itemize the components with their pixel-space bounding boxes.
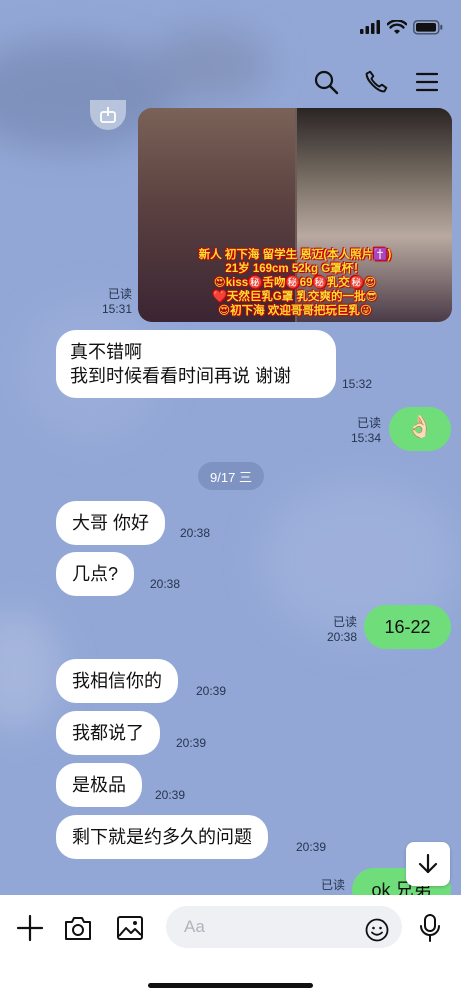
message-time: 20:39 [176,736,207,750]
add-button[interactable] [14,912,46,944]
camera-button[interactable] [62,912,94,944]
input-bar: Aa [0,895,461,1000]
menu-button[interactable] [411,66,443,98]
scroll-to-bottom-button[interactable] [406,842,450,886]
image-icon [117,916,143,940]
arrow-down-icon [418,853,438,874]
signal-icon [360,20,380,34]
message-list[interactable]: 新人 初下海 留学生 恩迈(本人照片✝️) 21岁 169cm 52kg G罩杯… [0,100,461,895]
message-bubble-incoming[interactable]: 是极品 [56,763,142,807]
menu-icon [415,72,439,92]
read-receipt: 已读 20:38 [326,615,357,644]
message-time: 20:38 [150,577,181,591]
message-bubble-incoming[interactable]: 真不错啊 我到时候看看时间再说 谢谢 [56,330,336,398]
emoji-icon [365,918,389,942]
message-time: 20:39 [196,684,227,698]
read-receipt: 已读 [320,878,345,892]
message-time: 15:32 [342,377,373,391]
status-bar [0,0,461,54]
date-divider: 9/17 三 [198,462,264,490]
message-bubble-incoming[interactable]: 大哥 你好 [56,501,166,545]
battery-icon [413,20,443,35]
home-indicator [148,983,313,988]
message-bubble-incoming[interactable]: 我都说了 [56,711,160,755]
read-receipt: 已读 15:34 [350,416,381,445]
message-bubble-incoming[interactable]: 剩下就是约多久的问题 [56,815,268,859]
camera-icon [65,917,91,940]
share-button[interactable] [90,100,126,130]
message-time: 20:38 [180,526,211,540]
message-bubble-outgoing[interactable]: 👌🏻 [389,407,451,451]
emoji-button[interactable] [364,917,390,943]
search-icon [314,70,339,95]
wifi-icon [387,20,407,34]
input-placeholder: Aa [184,917,205,936]
share-icon [100,107,116,123]
plus-icon [16,914,44,942]
voice-button[interactable] [414,912,446,944]
message-time: 20:39 [155,788,186,802]
microphone-icon [420,914,440,942]
photo-caption: 新人 初下海 留学生 恩迈(本人照片✝️) 21岁 169cm 52kg G罩杯… [198,249,392,317]
phone-icon [365,70,388,93]
call-button[interactable] [360,66,392,98]
message-bubble-outgoing[interactable]: 16-22 [364,605,451,649]
photo-message[interactable]: 新人 初下海 留学生 恩迈(本人照片✝️) 21岁 169cm 52kg G罩杯… [138,108,452,322]
read-receipt: 已读 15:31 [101,287,132,316]
message-bubble-incoming[interactable]: 我相信你的 [56,659,178,703]
message-time: 20:39 [296,840,327,854]
gallery-button[interactable] [114,912,146,944]
search-button[interactable] [310,66,342,98]
message-bubble-incoming[interactable]: 几点? [56,552,135,596]
